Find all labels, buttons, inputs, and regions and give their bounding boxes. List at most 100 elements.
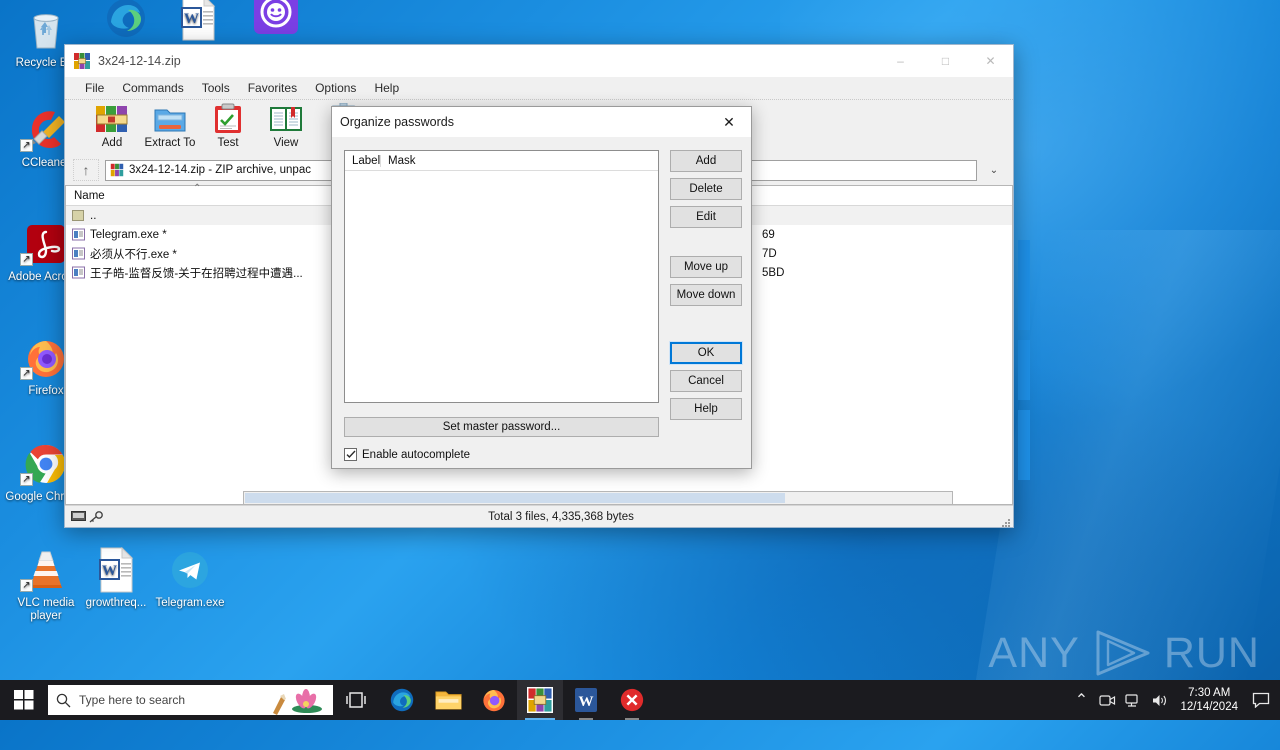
- winrar-status-bar: Total 3 files, 4,335,368 bytes: [65, 505, 1013, 527]
- dialog-title-bar[interactable]: Organize passwords ✕: [332, 107, 751, 137]
- column-header-name[interactable]: Name: [74, 190, 105, 202]
- button-spacer: [670, 312, 742, 342]
- chevron-up-icon[interactable]: ⌃: [1068, 680, 1094, 720]
- horizontal-scrollbar[interactable]: [243, 491, 953, 505]
- desktop-icon-label: growthreq...: [85, 597, 147, 609]
- desktop-icon-label: Telegram.exe: [155, 597, 225, 609]
- menu-item-file[interactable]: File: [76, 79, 113, 97]
- taskbar[interactable]: Type here to search W ⌃ 7:30 AM 12/14/20…: [0, 680, 1280, 720]
- desktop-icon-growthreq[interactable]: W growthreq...: [74, 546, 158, 610]
- camera-icon[interactable]: [1094, 680, 1120, 720]
- shortcut-overlay-icon: ↗: [20, 367, 33, 380]
- desktop-icon-telegram[interactable]: Telegram.exe: [148, 546, 232, 610]
- windows-start-icon[interactable]: [0, 680, 48, 720]
- resize-grip[interactable]: [1001, 515, 1011, 527]
- scrollbar-thumb[interactable]: [245, 493, 785, 503]
- sort-indicator-icon: ⌃: [193, 183, 202, 194]
- toolbar-label: Test: [217, 137, 239, 149]
- organize-passwords-dialog[interactable]: Organize passwords ✕ Label Mask Add Dele…: [331, 106, 752, 469]
- volume-icon[interactable]: [1146, 680, 1172, 720]
- shortcut-overlay-icon: ↗: [20, 253, 33, 266]
- set-master-password-button[interactable]: Set master password...: [344, 417, 659, 437]
- search-input[interactable]: Type here to search: [48, 685, 333, 715]
- shortcut-overlay-icon: ↗: [20, 579, 33, 592]
- menu-item-commands[interactable]: Commands: [113, 79, 192, 97]
- toolbar-add-button[interactable]: Add: [83, 100, 141, 149]
- menu-item-tools[interactable]: Tools: [193, 79, 239, 97]
- add-button[interactable]: Add: [670, 150, 742, 172]
- minimize-button[interactable]: –: [878, 45, 923, 77]
- status-text: Total 3 files, 4,335,368 bytes: [488, 510, 634, 523]
- move-down-button[interactable]: Move down: [670, 284, 742, 306]
- enable-autocomplete-row[interactable]: Enable autocomplete: [344, 448, 470, 461]
- crc-value: 7D: [762, 247, 777, 260]
- taskbar-item-word[interactable]: W: [563, 680, 609, 720]
- menu-item-favorites[interactable]: Favorites: [239, 79, 306, 97]
- play-triangle-icon: [1096, 630, 1150, 676]
- extract-to-icon: [141, 103, 199, 135]
- chevron-down-icon[interactable]: ⌄: [983, 165, 1005, 176]
- purple-app-icon: [234, 0, 318, 36]
- desktop-icon-purple-app[interactable]: [234, 0, 318, 39]
- menu-item-help[interactable]: Help: [365, 79, 408, 97]
- taskbar-item-winrar[interactable]: [517, 680, 563, 720]
- winrar-icon: [110, 163, 124, 177]
- word-document-icon: W: [156, 0, 240, 42]
- move-up-button[interactable]: Move up: [670, 256, 742, 278]
- password-list[interactable]: Label Mask: [344, 150, 659, 403]
- clock-time: 7:30 AM: [1188, 687, 1231, 699]
- toolbar-label: Extract To: [144, 137, 196, 149]
- up-arrow-icon[interactable]: ↑: [73, 159, 99, 181]
- dialog-body: Label Mask Add Delete Edit Move up Move …: [332, 137, 751, 468]
- column-header-mask[interactable]: Mask: [381, 155, 415, 167]
- close-button[interactable]: ✕: [968, 45, 1013, 77]
- toolbar-label: View: [273, 137, 299, 149]
- crc-value: [762, 206, 1012, 225]
- winrar-menu-bar[interactable]: File Commands Tools Favorites Options He…: [65, 77, 1013, 99]
- winrar-window-controls[interactable]: – □ ✕: [878, 45, 1013, 77]
- exe-file-icon: [72, 247, 85, 260]
- telegram-icon: [148, 546, 232, 594]
- toolbar-view-button[interactable]: View: [257, 100, 315, 149]
- system-tray[interactable]: ⌃ 7:30 AM 12/14/2024: [1068, 680, 1280, 720]
- enable-autocomplete-label: Enable autocomplete: [362, 448, 471, 461]
- delete-button[interactable]: Delete: [670, 178, 742, 200]
- taskbar-clock[interactable]: 7:30 AM 12/14/2024: [1172, 686, 1246, 714]
- network-icon[interactable]: [1120, 680, 1146, 720]
- password-list-header[interactable]: Label Mask: [345, 151, 658, 171]
- column-header-label[interactable]: Label: [345, 154, 381, 167]
- paint-lotus-icon: [273, 689, 322, 715]
- desktop-icon-word-top[interactable]: W: [156, 0, 240, 45]
- toolbar-label: Add: [101, 137, 123, 149]
- taskbar-item-firefox[interactable]: [471, 680, 517, 720]
- dialog-button-column: Add Delete Edit Move up Move down OK Can…: [669, 150, 743, 426]
- test-archive-icon: [199, 103, 257, 135]
- word-document-icon: W: [74, 546, 158, 594]
- winrar-title-bar[interactable]: 3x24-12-14.zip – □ ✕: [65, 45, 1013, 77]
- ok-button[interactable]: OK: [669, 341, 743, 365]
- close-icon[interactable]: ✕: [707, 107, 751, 137]
- dialog-title-text: Organize passwords: [340, 115, 454, 129]
- maximize-button[interactable]: □: [923, 45, 968, 77]
- menu-item-options[interactable]: Options: [306, 79, 365, 97]
- winrar-icon: [73, 52, 91, 70]
- button-spacer: [670, 234, 742, 256]
- taskbar-item-edge[interactable]: [379, 680, 425, 720]
- status-icons: [65, 510, 109, 523]
- edit-button[interactable]: Edit: [670, 206, 742, 228]
- toolbar-test-button[interactable]: Test: [199, 100, 257, 149]
- cancel-button[interactable]: Cancel: [670, 370, 742, 392]
- toolbar-extract-to-button[interactable]: Extract To: [141, 100, 199, 149]
- taskbar-item-file-explorer[interactable]: [425, 680, 471, 720]
- task-view-icon[interactable]: [333, 680, 379, 720]
- taskbar-item-close-process[interactable]: [609, 680, 655, 720]
- view-file-icon: [257, 103, 315, 135]
- help-button[interactable]: Help: [670, 398, 742, 420]
- search-placeholder: Type here to search: [79, 693, 186, 707]
- archive-path-text: 3x24-12-14.zip - ZIP archive, unpac: [129, 164, 311, 176]
- svg-text:W: W: [102, 563, 117, 579]
- notification-icon[interactable]: [1246, 680, 1276, 720]
- file-name: ..: [90, 209, 97, 222]
- enable-autocomplete-checkbox[interactable]: [344, 448, 357, 461]
- desktop-accent-strip-1: [1018, 240, 1030, 330]
